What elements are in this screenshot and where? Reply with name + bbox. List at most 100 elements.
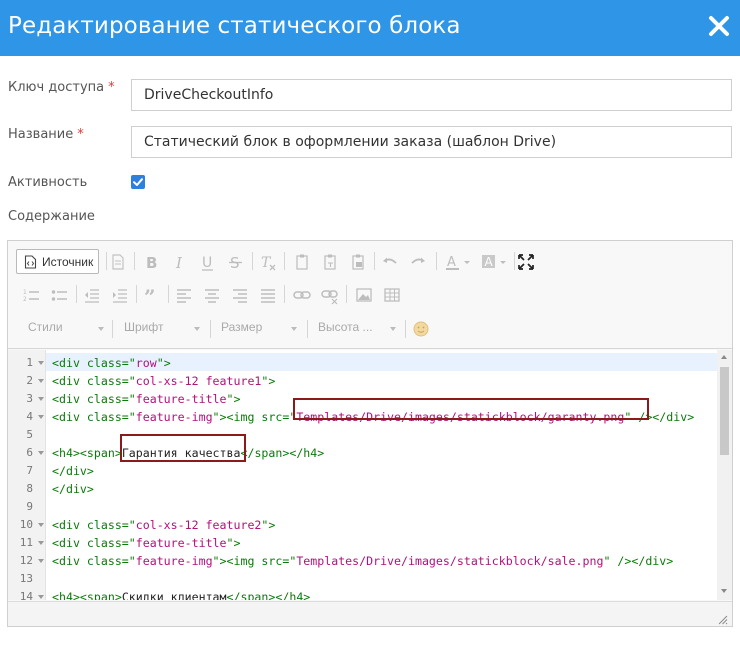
line-number: 12 (19, 554, 33, 567)
paste-word-icon[interactable] (348, 252, 368, 272)
styles-dropdown-label: Стили (28, 320, 63, 334)
toolbar-separator (252, 252, 253, 270)
line-number-gutter: 1 2 3 4 5 6 7 8 9 10 11 12 13 14 (8, 350, 46, 600)
underline-icon[interactable]: U (198, 252, 218, 272)
toolbar-separator (284, 285, 285, 303)
content-label: Содержание (8, 209, 95, 224)
source-button[interactable]: Источник (16, 249, 99, 274)
fold-arrow-icon[interactable] (38, 397, 44, 401)
text-color-icon[interactable]: A (444, 252, 474, 272)
name-label: Название * (8, 127, 84, 142)
code-area[interactable]: 1 2 3 4 5 6 7 8 9 10 11 12 13 14 <div class="row"> <di… (8, 350, 732, 600)
size-dropdown[interactable]: Размер (221, 320, 297, 338)
scroll-down-icon[interactable] (721, 589, 727, 593)
svg-text:A: A (447, 255, 456, 270)
size-dropdown-label: Размер (221, 320, 263, 334)
line-number: 9 (26, 500, 33, 513)
new-page-icon[interactable] (108, 252, 128, 272)
font-dropdown[interactable]: Шрифт (124, 320, 200, 338)
align-justify-icon[interactable] (258, 285, 278, 305)
toolbar-separator (136, 285, 137, 303)
dialog-title: Редактирование статического блока (8, 13, 461, 39)
toolbar-separator (514, 252, 515, 270)
remove-format-icon[interactable]: T (258, 252, 278, 272)
font-dropdown-label: Шрифт (124, 320, 164, 334)
code-line: </div> (52, 482, 94, 496)
align-right-icon[interactable] (230, 285, 250, 305)
active-checkbox[interactable] (131, 175, 145, 189)
resize-handle-icon[interactable] (718, 612, 728, 625)
code-line: <div class="feature-title"> (52, 536, 241, 550)
styles-dropdown[interactable]: Стили (28, 320, 104, 338)
code-line: <div class="row"> (52, 356, 171, 370)
line-height-dropdown[interactable]: Высота ... (318, 320, 396, 338)
code-line: <div class="col-xs-12 feature2"> (52, 518, 276, 532)
code-line: <h4><span>Скидки клиентам</span></h4> (52, 590, 311, 600)
line-number: 7 (26, 464, 33, 477)
line-number: 6 (26, 446, 33, 459)
table-icon[interactable] (382, 285, 402, 305)
fold-arrow-icon[interactable] (38, 361, 44, 365)
fold-arrow-icon[interactable] (38, 595, 44, 599)
toolbar-separator (106, 252, 107, 270)
line-number: 14 (19, 590, 33, 600)
svg-text:2: 2 (23, 296, 27, 303)
scroll-up-icon[interactable] (721, 355, 727, 359)
code-line: </div> (52, 464, 94, 478)
fold-arrow-icon[interactable] (38, 451, 44, 455)
outdent-icon[interactable] (82, 285, 102, 305)
italic-icon[interactable]: I (170, 252, 190, 272)
undo-icon[interactable] (380, 252, 400, 272)
name-input[interactable]: Статический блок в оформлении заказа (ша… (131, 126, 732, 158)
align-left-icon[interactable] (174, 285, 194, 305)
blockquote-icon[interactable]: ” (142, 285, 162, 305)
svg-text:B: B (146, 254, 157, 272)
fold-arrow-icon[interactable] (38, 523, 44, 527)
toolbar-separator (134, 252, 135, 270)
highlight-box-image-path (293, 398, 649, 420)
svg-text:1: 1 (23, 289, 27, 296)
strikethrough-icon[interactable]: S (226, 252, 246, 272)
vertical-scrollbar[interactable] (717, 350, 732, 600)
check-icon (133, 178, 143, 186)
fold-arrow-icon[interactable] (38, 559, 44, 563)
highlight-box-heading-text (120, 434, 246, 462)
maximize-icon[interactable] (516, 252, 536, 272)
source-icon (24, 255, 37, 269)
bulleted-list-icon[interactable] (50, 285, 70, 305)
line-number: 11 (19, 536, 33, 549)
line-number: 3 (26, 392, 33, 405)
link-icon[interactable] (292, 285, 312, 305)
svg-text:T: T (261, 255, 272, 271)
image-icon[interactable] (354, 285, 374, 305)
editor-statusbar (8, 601, 732, 626)
scrollbar-thumb[interactable] (720, 367, 729, 455)
indent-icon[interactable] (110, 285, 130, 305)
close-icon[interactable] (704, 11, 734, 41)
align-center-icon[interactable] (202, 285, 222, 305)
background-color-icon[interactable]: A (480, 252, 510, 272)
fold-arrow-icon[interactable] (38, 541, 44, 545)
redo-icon[interactable] (408, 252, 428, 272)
fold-arrow-icon[interactable] (38, 379, 44, 383)
dialog-header: Редактирование статического блока (0, 0, 740, 56)
numbered-list-icon[interactable]: 12 (22, 285, 42, 305)
paste-icon[interactable] (292, 252, 312, 272)
smiley-icon[interactable] (411, 319, 431, 339)
key-label: Ключ доступа * (8, 80, 115, 95)
required-mark: * (108, 80, 115, 95)
svg-text:U: U (202, 255, 212, 271)
bold-icon[interactable]: B (142, 252, 162, 272)
svg-text:I: I (175, 254, 183, 272)
fold-arrow-icon[interactable] (38, 415, 44, 419)
key-input[interactable]: DriveCheckoutInfo (131, 79, 732, 111)
chevron-down-icon (291, 327, 297, 331)
paste-text-icon[interactable] (320, 252, 340, 272)
line-number: 13 (19, 572, 33, 585)
line-number: 4 (26, 410, 33, 423)
unlink-icon[interactable] (320, 285, 340, 305)
svg-text:A: A (485, 255, 494, 269)
editor-toolbar: Источник B I U S T A A 12 ” Стили Шрифт … (8, 241, 732, 349)
toolbar-separator (168, 285, 169, 303)
toolbar-separator (307, 320, 308, 338)
